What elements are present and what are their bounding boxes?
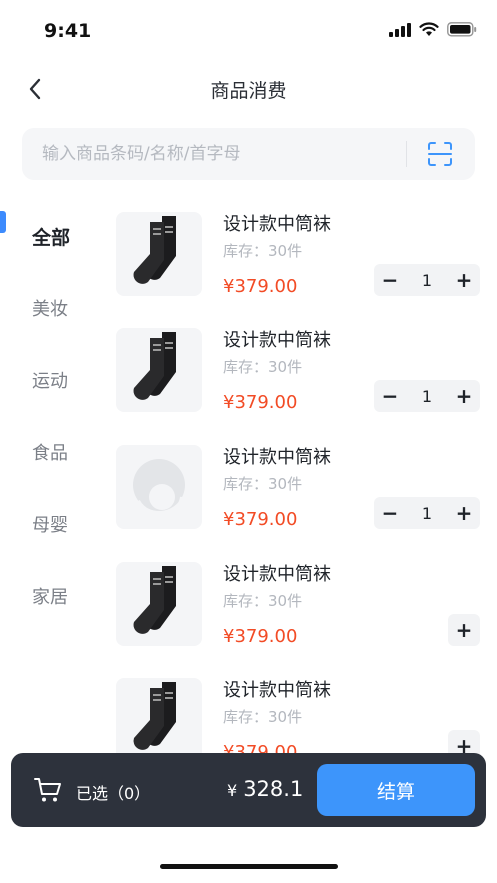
cart-button[interactable] [33, 775, 63, 805]
product-thumbnail [116, 562, 202, 646]
product-list: 设计款中筒袜 库存：30件 ¥379.00 − 1 + 设计款中筒袜 库存：30… [116, 200, 497, 760]
socks-icon [133, 332, 176, 400]
total-amount: ¥328.1 [227, 777, 303, 801]
category-label: 全部 [32, 226, 71, 249]
socks-icon [133, 566, 176, 634]
product-name: 设计款中筒袜 [223, 447, 331, 468]
page-title: 商品消费 [210, 80, 287, 102]
quantity-stepper: − 1 + [374, 264, 480, 296]
product-price: ¥379.00 [223, 626, 298, 647]
placeholder-image-icon [133, 459, 185, 516]
category-item-beauty[interactable]: 美妆 [0, 272, 100, 344]
total-value: 328.1 [243, 777, 304, 801]
status-icons [389, 22, 477, 37]
product-thumbnail [116, 678, 202, 760]
decrease-button[interactable]: − [374, 380, 406, 412]
category-item-sports[interactable]: 运动 [0, 344, 100, 416]
product-thumbnail [116, 328, 202, 412]
category-item-home[interactable]: 家居 [0, 560, 100, 632]
wifi-icon [419, 22, 439, 36]
quantity-value: 1 [406, 264, 448, 296]
quantity-stepper: + [448, 614, 480, 646]
search-input[interactable] [42, 128, 402, 180]
product-stock: 库存：30件 [223, 475, 303, 493]
product-price: ¥379.00 [223, 509, 298, 530]
product-item[interactable]: 设计款中筒袜 库存：30件 ¥379.00 − 1 + [116, 316, 480, 416]
product-item[interactable]: 设计款中筒袜 库存：30件 ¥379.00 − 1 + [116, 433, 480, 533]
checkout-bar: 已选（0） ¥328.1 结算 [11, 753, 486, 827]
category-label: 食品 [32, 443, 68, 464]
product-price: ¥379.00 [223, 392, 298, 413]
decrease-button[interactable]: − [374, 497, 406, 529]
quantity-stepper: − 1 + [374, 497, 480, 529]
product-item[interactable]: 设计款中筒袜 库存：30件 ¥379.00 + [116, 550, 480, 650]
signal-icon [389, 22, 411, 37]
search-bar [22, 128, 475, 180]
category-item-food[interactable]: 食品 [0, 416, 100, 488]
category-label: 美妆 [32, 299, 68, 320]
status-time: 9:41 [44, 20, 92, 42]
cart-icon [34, 778, 61, 802]
quantity-value: 1 [406, 497, 448, 529]
currency-symbol: ¥ [227, 781, 238, 800]
product-stock: 库存：30件 [223, 242, 303, 260]
socks-icon [133, 216, 176, 284]
product-name: 设计款中筒袜 [223, 214, 331, 235]
search-divider [406, 141, 407, 167]
category-active-indicator [0, 211, 6, 233]
home-indicator [160, 864, 338, 869]
increase-button[interactable]: + [448, 380, 480, 412]
product-name: 设计款中筒袜 [223, 680, 331, 701]
product-thumbnail [116, 445, 202, 529]
product-stock: 库存：30件 [223, 708, 303, 726]
scan-icon [428, 142, 452, 166]
checkout-button[interactable]: 结算 [317, 764, 475, 816]
quantity-value: 1 [406, 380, 448, 412]
scan-button[interactable] [427, 141, 453, 167]
quantity-stepper: − 1 + [374, 380, 480, 412]
product-stock: 库存：30件 [223, 358, 303, 376]
product-stock: 库存：30件 [223, 592, 303, 610]
increase-button[interactable]: + [448, 497, 480, 529]
product-name: 设计款中筒袜 [223, 330, 331, 351]
product-item[interactable]: 设计款中筒袜 库存：30件 ¥379.00 − 1 + [116, 200, 480, 300]
selected-count: 已选（0） [76, 784, 151, 803]
product-price: ¥379.00 [223, 276, 298, 297]
category-list: 全部 美妆 运动 食品 母婴 家居 [0, 200, 100, 632]
increase-button[interactable]: + [448, 264, 480, 296]
category-label: 运动 [32, 371, 68, 392]
nav-bar: 商品消费 [0, 60, 497, 116]
battery-icon [447, 22, 477, 37]
category-label: 母婴 [32, 515, 68, 536]
product-thumbnail [116, 212, 202, 296]
category-item-all[interactable]: 全部 [0, 200, 100, 272]
add-button[interactable]: + [448, 614, 480, 646]
category-item-baby[interactable]: 母婴 [0, 488, 100, 560]
status-bar: 9:41 [0, 0, 497, 58]
product-item[interactable]: 设计款中筒袜 库存：30件 ¥379.00 + [116, 666, 480, 760]
socks-icon [133, 682, 176, 750]
product-name: 设计款中筒袜 [223, 564, 331, 585]
decrease-button[interactable]: − [374, 264, 406, 296]
category-label: 家居 [32, 587, 68, 608]
